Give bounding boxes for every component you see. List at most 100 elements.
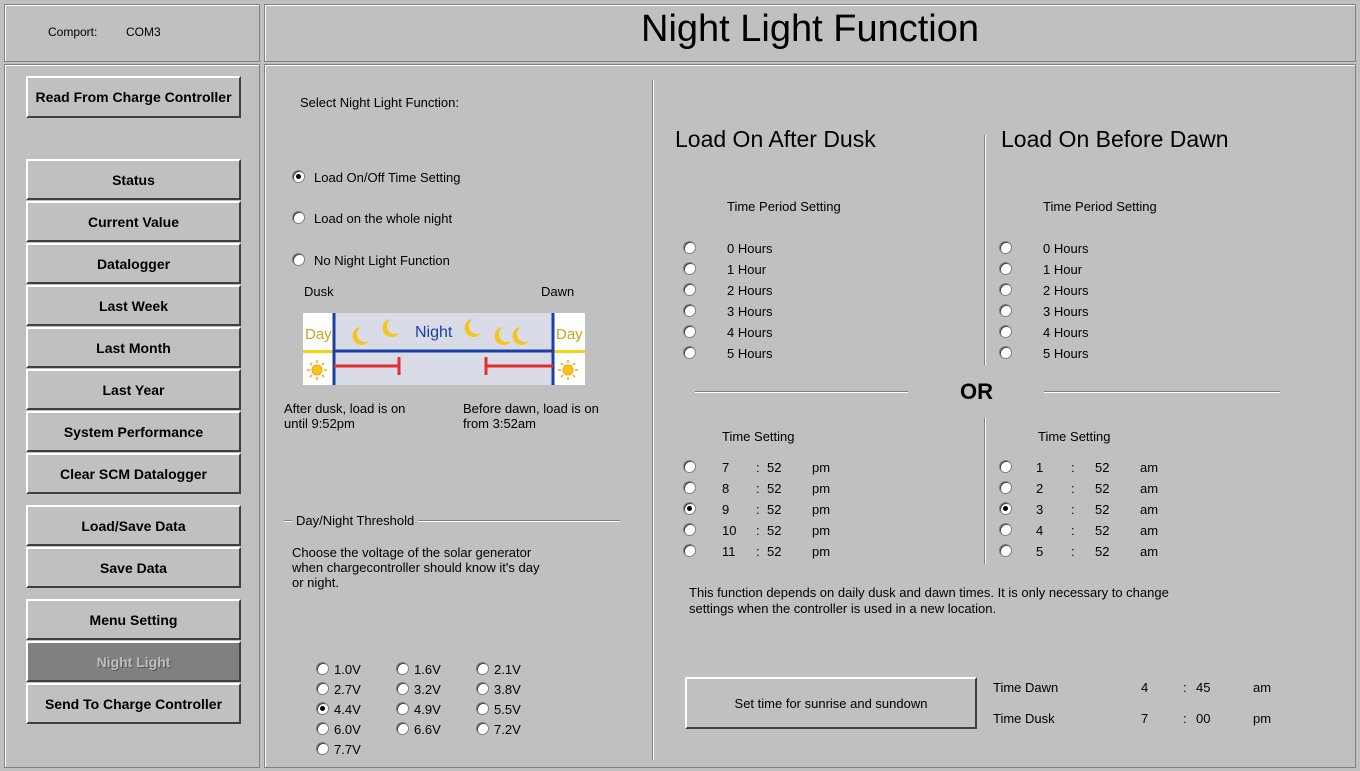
after_dusk-period-radio[interactable] bbox=[683, 304, 696, 317]
menu-setting-button[interactable]: Menu Setting bbox=[26, 599, 241, 640]
after_dusk-period-radio[interactable] bbox=[683, 346, 696, 359]
threshold-radio-4.9V[interactable] bbox=[396, 702, 409, 715]
after_dusk-time-colon: : bbox=[756, 460, 760, 475]
function-label-none: No Night Light Function bbox=[314, 253, 450, 268]
diagram-day-left: Day bbox=[305, 326, 332, 343]
before_dawn-time-radio[interactable] bbox=[999, 460, 1012, 473]
before_dawn-period-radio[interactable] bbox=[999, 346, 1012, 359]
after_dusk-period-radio[interactable] bbox=[683, 325, 696, 338]
threshold-radio-7.2V[interactable] bbox=[476, 722, 489, 735]
threshold-label-7.7V: 7.7V bbox=[334, 742, 361, 757]
diagram-night: Night bbox=[415, 324, 453, 341]
set-sunrise-sundown-button[interactable]: Set time for sunrise and sundown bbox=[685, 677, 977, 729]
threshold-label-6.0V: 6.0V bbox=[334, 722, 361, 737]
threshold-radio-6.6V[interactable] bbox=[396, 722, 409, 735]
after_dusk-time-hour: 7 bbox=[722, 460, 730, 475]
nav-clear-datalogger-button[interactable]: Clear SCM Datalogger bbox=[26, 453, 241, 494]
nav-last-month-button[interactable]: Last Month bbox=[26, 327, 241, 368]
before-dawn-note-2: from 3:52am bbox=[463, 416, 536, 431]
after_dusk-time-ampm: pm bbox=[812, 502, 831, 517]
nav-system-performance-button[interactable]: System Performance bbox=[26, 411, 241, 452]
threshold-radio-1.0V[interactable] bbox=[316, 662, 329, 675]
before-dawn-period-heading: Time Period Setting bbox=[1043, 199, 1157, 214]
threshold-label-3.2V: 3.2V bbox=[414, 682, 441, 697]
after_dusk-time-hour: 11 bbox=[722, 544, 736, 559]
before_dawn-time-minute: 52 bbox=[1095, 481, 1110, 496]
threshold-radio-3.2V[interactable] bbox=[396, 682, 409, 695]
function-radio-on-off-time[interactable] bbox=[292, 170, 305, 183]
after-dusk-note-1: After dusk, load is on bbox=[284, 401, 406, 416]
after-dusk-time-heading: Time Setting bbox=[722, 429, 795, 444]
after_dusk-time-colon: : bbox=[756, 544, 760, 559]
function-radio-whole-night[interactable] bbox=[292, 211, 305, 224]
load-save-data-button[interactable]: Load/Save Data bbox=[26, 505, 241, 546]
night-light-button[interactable]: Night Light bbox=[26, 641, 241, 682]
before_dawn-time-hour: 3 bbox=[1036, 502, 1044, 517]
before_dawn-period-radio[interactable] bbox=[999, 241, 1012, 254]
threshold-radio-4.4V[interactable] bbox=[316, 702, 329, 715]
after-dusk-note-2: until 9:52pm bbox=[284, 416, 355, 431]
nav-last-year-button[interactable]: Last Year bbox=[26, 369, 241, 410]
before_dawn-period-radio[interactable] bbox=[999, 262, 1012, 275]
before_dawn-time-radio[interactable] bbox=[999, 523, 1012, 536]
after_dusk-time-radio[interactable] bbox=[683, 544, 696, 557]
or-label: OR bbox=[960, 379, 993, 404]
before_dawn-time-hour: 5 bbox=[1036, 544, 1044, 559]
before_dawn-time-radio[interactable] bbox=[999, 544, 1012, 557]
dusk-dawn-divider-top bbox=[984, 135, 986, 365]
threshold-radio-1.6V[interactable] bbox=[396, 662, 409, 675]
threshold-radio-3.8V[interactable] bbox=[476, 682, 489, 695]
after_dusk-period-label: 1 Hour bbox=[727, 262, 767, 277]
nav-status-button[interactable]: Status bbox=[26, 159, 241, 200]
after_dusk-period-radio[interactable] bbox=[683, 262, 696, 275]
save-data-button[interactable]: Save Data bbox=[26, 547, 241, 588]
after_dusk-period-radio[interactable] bbox=[683, 283, 696, 296]
threshold-radio-5.5V[interactable] bbox=[476, 702, 489, 715]
before_dawn-time-minute: 52 bbox=[1095, 502, 1110, 517]
after_dusk-time-radio[interactable] bbox=[683, 502, 696, 515]
before_dawn-period-radio[interactable] bbox=[999, 304, 1012, 317]
before_dawn-period-radio[interactable] bbox=[999, 325, 1012, 338]
after-dusk-title: Load On After Dusk bbox=[675, 126, 876, 152]
threshold-label-6.6V: 6.6V bbox=[414, 722, 441, 737]
before_dawn-period-radio[interactable] bbox=[999, 283, 1012, 296]
before_dawn-time-hour: 1 bbox=[1036, 460, 1044, 475]
before_dawn-time-ampm: am bbox=[1140, 523, 1159, 538]
before-dawn-note-1: Before dawn, load is on bbox=[463, 401, 599, 416]
before_dawn-time-radio[interactable] bbox=[999, 481, 1012, 494]
before_dawn-period-label: 2 Hours bbox=[1043, 283, 1089, 298]
time-dawn-ampm: am bbox=[1253, 680, 1272, 695]
after_dusk-time-ampm: pm bbox=[812, 523, 831, 538]
nav-current-value-button[interactable]: Current Value bbox=[26, 201, 241, 242]
threshold-radio-2.1V[interactable] bbox=[476, 662, 489, 675]
before_dawn-time-radio[interactable] bbox=[999, 502, 1012, 515]
after_dusk-time-minute: 52 bbox=[767, 460, 782, 475]
before_dawn-time-ampm: am bbox=[1140, 502, 1159, 517]
before_dawn-period-label: 0 Hours bbox=[1043, 241, 1089, 256]
before_dawn-time-ampm: am bbox=[1140, 460, 1159, 475]
function-label-whole-night: Load on the whole night bbox=[314, 211, 453, 226]
after_dusk-time-radio[interactable] bbox=[683, 523, 696, 536]
comport-label: Comport: bbox=[48, 25, 98, 39]
threshold-radio-7.7V[interactable] bbox=[316, 742, 329, 755]
page-title: Night Light Function bbox=[641, 8, 979, 50]
after_dusk-period-radio[interactable] bbox=[683, 241, 696, 254]
send-to-controller-button[interactable]: Send To Charge Controller bbox=[26, 683, 241, 724]
time-dusk-label: Time Dusk bbox=[993, 711, 1055, 726]
nav-datalogger-button[interactable]: Datalogger bbox=[26, 243, 241, 284]
after_dusk-time-radio[interactable] bbox=[683, 460, 696, 473]
dusk-dawn-divider-bottom bbox=[984, 418, 986, 564]
function-radio-none[interactable] bbox=[292, 253, 305, 266]
threshold-radio-6.0V[interactable] bbox=[316, 722, 329, 735]
after_dusk-period-label: 4 Hours bbox=[727, 325, 773, 340]
after_dusk-time-radio[interactable] bbox=[683, 481, 696, 494]
threshold-radio-2.7V[interactable] bbox=[316, 682, 329, 695]
nav-last-week-button[interactable]: Last Week bbox=[26, 285, 241, 326]
function-label-on-off-time: Load On/Off Time Setting bbox=[314, 170, 461, 185]
time-dusk-ampm: pm bbox=[1253, 711, 1272, 726]
read-from-controller-button[interactable]: Read From Charge Controller bbox=[26, 76, 241, 118]
before_dawn-period-label: 4 Hours bbox=[1043, 325, 1089, 340]
threshold-label-4.9V: 4.9V bbox=[414, 702, 441, 717]
threshold-label-5.5V: 5.5V bbox=[494, 702, 521, 717]
dawn-label: Dawn bbox=[541, 284, 575, 299]
